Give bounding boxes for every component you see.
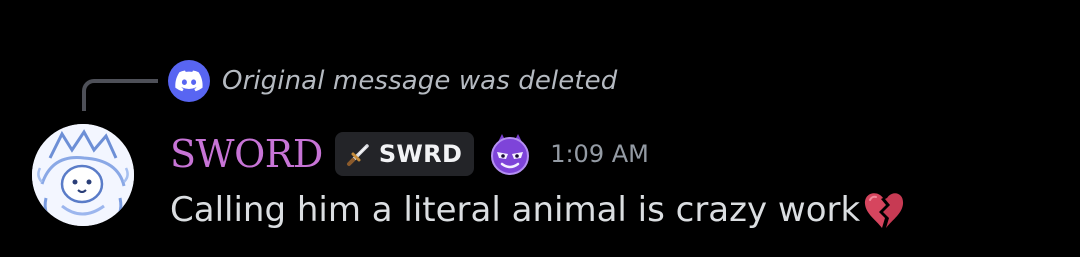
server-tag-label: SWRD — [378, 140, 463, 168]
avatar-icon — [32, 124, 134, 226]
server-tag[interactable]: SWRD — [334, 132, 475, 176]
sword-icon — [345, 140, 373, 168]
author-username[interactable]: SWORD — [170, 135, 323, 173]
reply-connector-line — [82, 79, 158, 111]
message-timestamp[interactable]: 1:09 AM — [550, 140, 649, 168]
discord-logo-icon — [168, 60, 210, 102]
avatar[interactable] — [32, 124, 134, 226]
reply-deleted-text: Original message was deleted — [222, 66, 618, 96]
broken-heart-icon[interactable] — [862, 188, 906, 232]
chat-message-view: Original message was deleted SWORD SWRD … — [0, 0, 1080, 257]
reply-reference[interactable]: Original message was deleted — [168, 60, 617, 102]
purple-creature-role-icon[interactable] — [488, 132, 532, 176]
message-text: Calling him a literal animal is crazy wo… — [170, 190, 861, 230]
message-header: SWORD SWRD 1:09 AM — [170, 128, 649, 180]
message-content: Calling him a literal animal is crazy wo… — [170, 185, 906, 235]
